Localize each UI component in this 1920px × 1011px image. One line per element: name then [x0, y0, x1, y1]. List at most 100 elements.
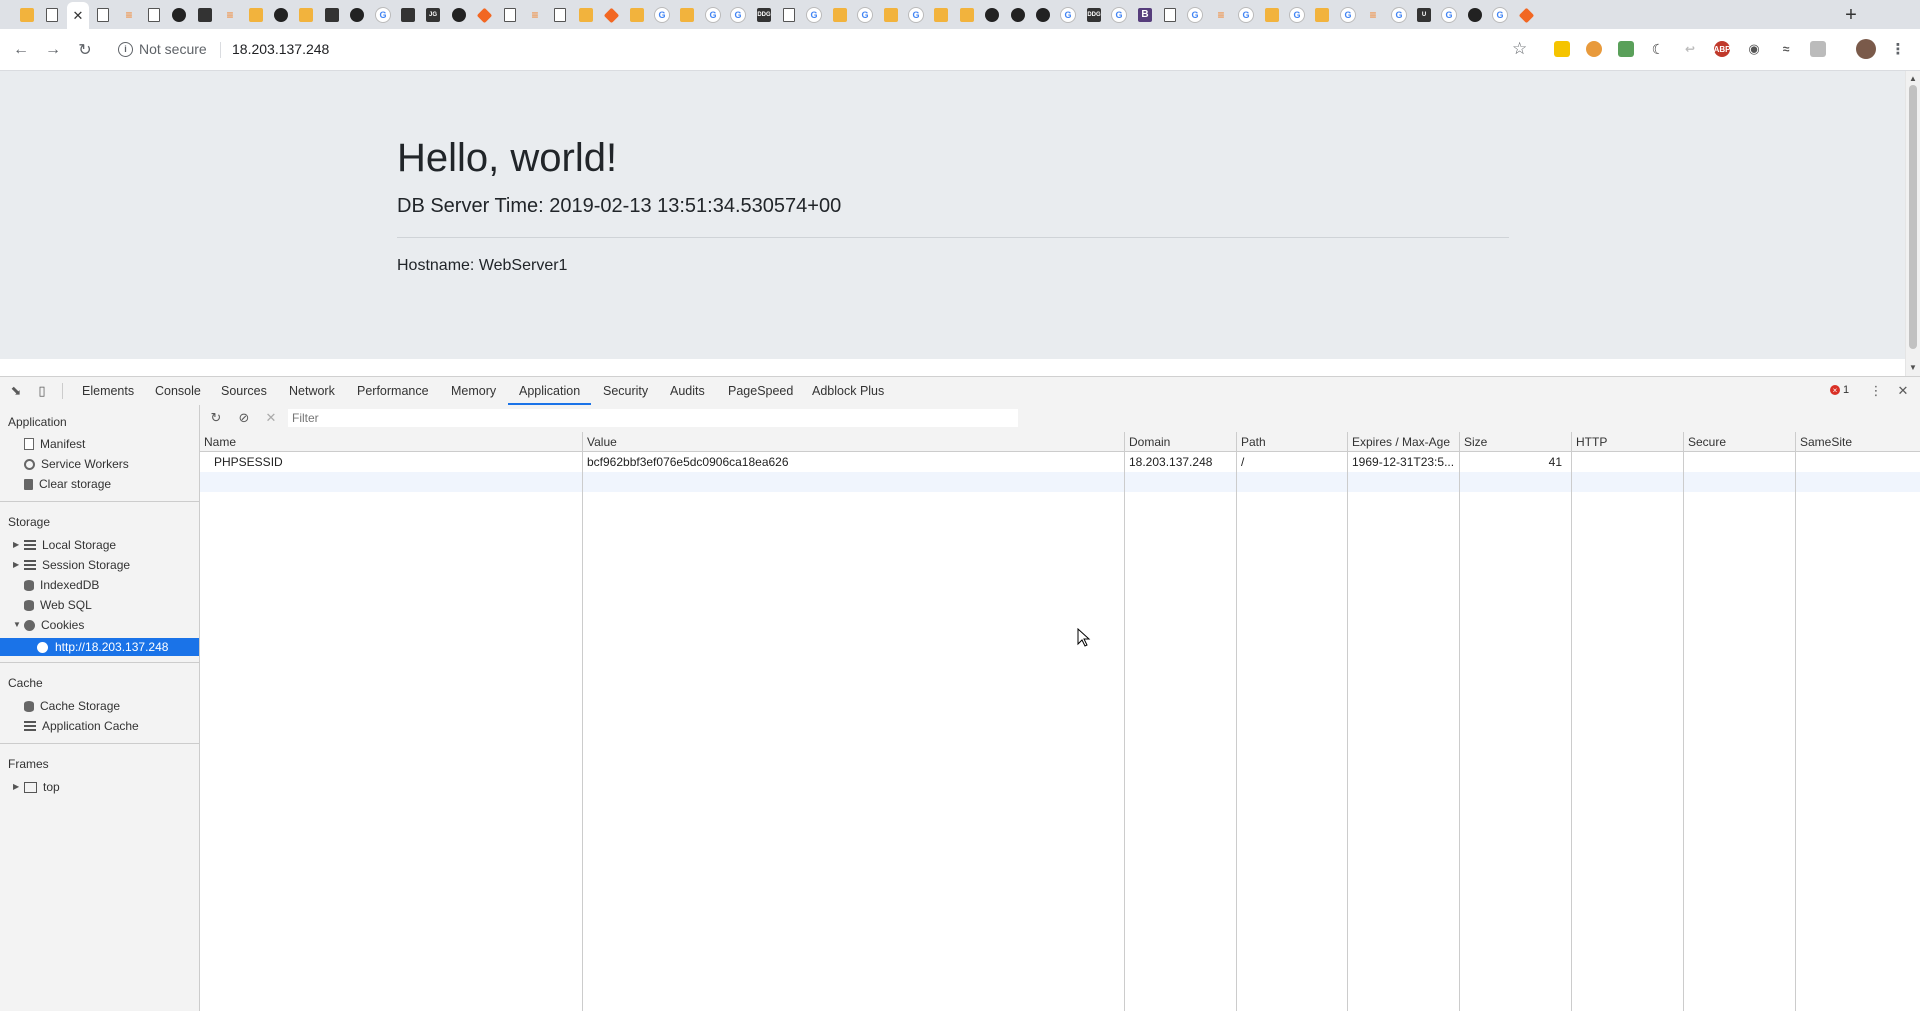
- column-divider[interactable]: [1347, 452, 1348, 1011]
- browser-tab[interactable]: G: [854, 4, 876, 26]
- column-divider[interactable]: [1459, 452, 1460, 1011]
- browser-tab[interactable]: [194, 4, 216, 26]
- browser-tab[interactable]: G: [372, 4, 394, 26]
- column-header-path[interactable]: Path: [1237, 432, 1348, 452]
- browser-tab[interactable]: [1464, 4, 1486, 26]
- moon-icon[interactable]: ☾: [1650, 41, 1666, 57]
- column-header-secure[interactable]: Secure: [1684, 432, 1796, 452]
- tab-elements[interactable]: Elements: [80, 377, 136, 405]
- browser-tab[interactable]: [880, 4, 902, 26]
- column-header-expires[interactable]: Expires / Max-Age: [1348, 432, 1460, 452]
- browser-tab[interactable]: [981, 4, 1003, 26]
- browser-tab[interactable]: [930, 4, 952, 26]
- browser-tab[interactable]: [473, 4, 495, 26]
- extension-icon[interactable]: [1586, 41, 1602, 57]
- cell-path[interactable]: /: [1237, 452, 1346, 472]
- camera-icon[interactable]: ◉: [1746, 41, 1762, 57]
- browser-tab[interactable]: [1261, 4, 1283, 26]
- reload-button[interactable]: ↻: [73, 38, 97, 62]
- browser-tab[interactable]: [1159, 4, 1181, 26]
- menu-icon[interactable]: ⋮: [1890, 41, 1906, 58]
- expand-arrow-icon[interactable]: ▶: [13, 782, 19, 791]
- sidebar-item-web-sql[interactable]: Web SQL: [24, 596, 92, 614]
- url-text[interactable]: 18.203.137.248: [232, 41, 329, 57]
- refresh-icon[interactable]: ↻: [208, 410, 224, 426]
- tab-pagespeed[interactable]: PageSpeed: [726, 377, 795, 405]
- expand-arrow-icon[interactable]: ▶: [13, 540, 19, 549]
- browser-tab[interactable]: [575, 4, 597, 26]
- browser-tab[interactable]: [397, 4, 419, 26]
- browser-tab[interactable]: G: [1388, 4, 1410, 26]
- tab-network[interactable]: Network: [287, 377, 337, 405]
- browser-tab[interactable]: G: [1286, 4, 1308, 26]
- column-divider[interactable]: [582, 452, 583, 1011]
- column-header-http[interactable]: HTTP: [1572, 432, 1684, 452]
- column-header-value[interactable]: Value: [583, 432, 1125, 452]
- collapse-arrow-icon[interactable]: ▼: [13, 620, 21, 629]
- browser-tab[interactable]: [956, 4, 978, 26]
- browser-tab[interactable]: [168, 4, 190, 26]
- tab-security[interactable]: Security: [601, 377, 650, 405]
- browser-tab[interactable]: [1515, 4, 1537, 26]
- forward-button[interactable]: →: [41, 38, 65, 62]
- column-divider[interactable]: [1683, 452, 1684, 1011]
- browser-tab[interactable]: [448, 4, 470, 26]
- browser-tab[interactable]: G: [1337, 4, 1359, 26]
- browser-tab[interactable]: U: [1413, 4, 1435, 26]
- column-divider[interactable]: [1124, 452, 1125, 1011]
- sidebar-item-cookies[interactable]: Cookies: [24, 616, 84, 634]
- browser-tab[interactable]: [600, 4, 622, 26]
- browser-tab[interactable]: [829, 4, 851, 26]
- tab-performance[interactable]: Performance: [355, 377, 431, 405]
- browser-tab[interactable]: G: [702, 4, 724, 26]
- browser-tab[interactable]: ≡: [1210, 4, 1232, 26]
- address-bar[interactable]: i Not secure 18.203.137.248: [106, 34, 1546, 65]
- extension-icon[interactable]: [1618, 41, 1634, 57]
- tab-adblock-plus[interactable]: Adblock Plus: [810, 377, 886, 405]
- page-scrollbar[interactable]: ▲ ▼: [1905, 71, 1920, 376]
- close-devtools-icon[interactable]: ✕: [1895, 383, 1911, 399]
- browser-tab[interactable]: [270, 4, 292, 26]
- cell-size[interactable]: 41: [1460, 452, 1566, 472]
- browser-tab[interactable]: DDG: [753, 4, 775, 26]
- column-divider[interactable]: [1571, 452, 1572, 1011]
- browser-tab[interactable]: [676, 4, 698, 26]
- inspect-icon[interactable]: ⬊: [8, 383, 24, 399]
- bookmark-star-icon[interactable]: ☆: [1512, 39, 1527, 59]
- expand-arrow-icon[interactable]: ▶: [13, 560, 19, 569]
- browser-tab[interactable]: G: [1235, 4, 1257, 26]
- scrollbar-thumb[interactable]: [1909, 85, 1917, 349]
- browser-tab[interactable]: G: [1438, 4, 1460, 26]
- rss-icon[interactable]: ≈: [1778, 41, 1794, 57]
- extension-icon[interactable]: [1554, 41, 1570, 57]
- browser-tab[interactable]: G: [1184, 4, 1206, 26]
- close-icon[interactable]: ✕: [71, 9, 85, 23]
- cell-expires[interactable]: 1969-12-31T23:5...: [1348, 452, 1458, 472]
- column-header-name[interactable]: Name: [200, 432, 583, 452]
- column-header-domain[interactable]: Domain: [1125, 432, 1237, 452]
- tab-sources[interactable]: Sources: [219, 377, 269, 405]
- device-toolbar-icon[interactable]: ▯: [34, 383, 50, 399]
- tab-console[interactable]: Console: [153, 377, 203, 405]
- browser-tab[interactable]: G: [1108, 4, 1130, 26]
- column-header-size[interactable]: Size: [1460, 432, 1572, 452]
- browser-tab[interactable]: [1007, 4, 1029, 26]
- browser-tab[interactable]: ≡: [219, 4, 241, 26]
- browser-tab[interactable]: [143, 4, 165, 26]
- sidebar-item-cache-storage[interactable]: Cache Storage: [24, 697, 120, 715]
- browser-tab[interactable]: [41, 4, 63, 26]
- cell-domain[interactable]: 18.203.137.248: [1125, 452, 1235, 472]
- scroll-up-icon[interactable]: ▲: [1909, 74, 1917, 83]
- browser-tab[interactable]: [778, 4, 800, 26]
- back-button[interactable]: ←: [9, 38, 33, 62]
- security-indicator[interactable]: i Not secure: [118, 41, 207, 57]
- browser-tab[interactable]: G: [1489, 4, 1511, 26]
- clear-all-icon[interactable]: ⊘: [236, 410, 252, 426]
- column-header-samesite[interactable]: SameSite: [1796, 432, 1920, 452]
- filter-input[interactable]: [288, 409, 1018, 427]
- browser-tab[interactable]: G: [651, 4, 673, 26]
- tab-application[interactable]: Application: [507, 377, 592, 405]
- browser-tab[interactable]: B: [1134, 4, 1156, 26]
- browser-tab[interactable]: G: [727, 4, 749, 26]
- tab-memory[interactable]: Memory: [449, 377, 498, 405]
